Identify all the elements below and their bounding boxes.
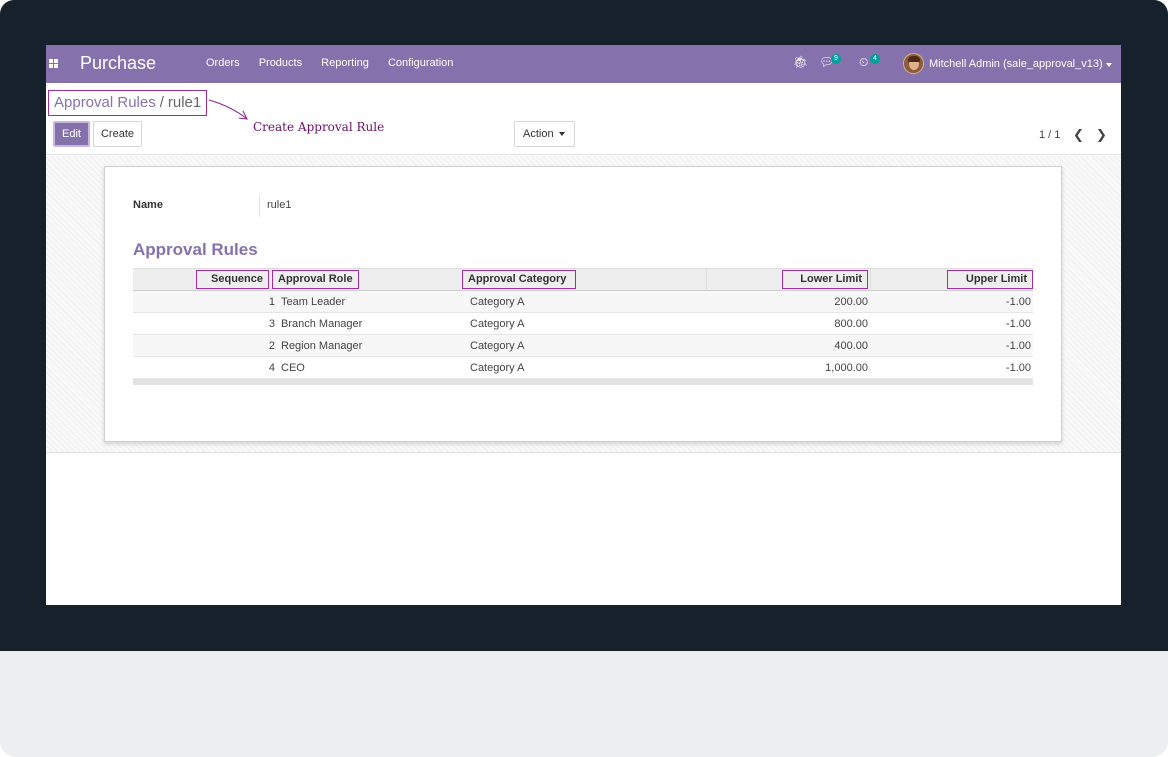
cell-approval-role: Region Manager	[281, 340, 363, 352]
apps-grid-icon[interactable]	[49, 59, 59, 69]
name-field-value: rule1	[259, 195, 291, 217]
edit-button[interactable]: Edit	[53, 121, 90, 147]
app-screen: Purchase Orders Products Reporting Confi…	[46, 45, 1121, 605]
annotation-arrow-icon	[208, 99, 248, 120]
breadcrumb-current: rule1	[167, 94, 202, 111]
table-row[interactable]: 2 Region Manager Category A 400.00 -1.00	[133, 335, 1033, 357]
cell-approval-category: Category A	[470, 318, 525, 330]
approval-rules-table: Sequence Approval Role Approval Category…	[133, 268, 1033, 385]
table-header: Sequence Approval Role Approval Category…	[133, 268, 1033, 291]
column-divider	[870, 269, 871, 291]
activity-clock-icon[interactable]: ⏲︎	[859, 55, 868, 70]
cell-lower-limit: 400.00	[834, 340, 868, 352]
device-frame: Purchase Orders Products Reporting Confi…	[0, 0, 1168, 757]
control-panel: Approval Rules / rule1 Create Approval Rul…	[46, 83, 1121, 155]
top-navbar: Purchase Orders Products Reporting Confi…	[46, 45, 1121, 83]
chevron-down-icon	[1106, 63, 1112, 67]
column-header-lower-limit[interactable]: Lower Limit	[782, 270, 868, 289]
cell-upper-limit: -1.00	[1005, 362, 1031, 374]
breadcrumb-separator: /	[159, 94, 164, 111]
cell-lower-limit: 200.00	[834, 296, 868, 308]
cell-approval-category: Category A	[470, 296, 525, 308]
section-title: Approval Rules	[133, 240, 258, 259]
action-label: Action	[523, 128, 554, 140]
cell-sequence: 2	[268, 340, 275, 352]
pager-value[interactable]: 1 / 1	[1039, 129, 1060, 141]
annotation-label: Create Approval Rule	[253, 120, 385, 134]
main-menu: Orders Products Reporting Configuration	[206, 57, 469, 69]
table-row[interactable]: 1 Team Leader Category A 200.00 -1.00	[133, 291, 1033, 313]
cell-upper-limit: -1.00	[1005, 340, 1031, 352]
cell-approval-category: Category A	[470, 340, 525, 352]
caret-down-icon	[559, 132, 565, 136]
cell-lower-limit: 1,000.00	[825, 362, 868, 374]
table-row[interactable]: 3 Branch Manager Category A 800.00 -1.00	[133, 313, 1033, 335]
cell-upper-limit: -1.00	[1005, 296, 1031, 308]
cell-approval-category: Category A	[470, 362, 525, 374]
table-row[interactable]: 4 CEO Category A 1,000.00 -1.00	[133, 357, 1033, 379]
form-sheet: Name rule1 Approval Rules Sequence Appro…	[104, 166, 1062, 442]
action-dropdown-button[interactable]: Action	[514, 121, 575, 147]
column-header-approval-category[interactable]: Approval Category	[462, 270, 576, 289]
bug-icon[interactable]: 🐞︎	[793, 55, 808, 69]
column-header-upper-limit[interactable]: Upper Limit	[947, 270, 1033, 289]
user-name: Mitchell Admin (sale_approval_v13)	[929, 58, 1103, 70]
cell-sequence: 4	[268, 362, 275, 374]
name-field-label: Name	[133, 199, 163, 211]
activity-count-badge: 4	[870, 54, 880, 64]
menu-item-orders[interactable]: Orders	[206, 57, 240, 69]
menu-item-reporting[interactable]: Reporting	[321, 57, 369, 69]
create-button[interactable]: Create	[93, 121, 142, 147]
app-title: Purchase	[80, 53, 157, 73]
monitor-stand-base	[0, 651, 1168, 757]
chat-count-badge: 9	[831, 54, 841, 64]
cell-sequence: 1	[268, 296, 275, 308]
column-divider	[706, 269, 707, 291]
avatar	[903, 53, 924, 74]
cell-approval-role: CEO	[281, 362, 305, 374]
column-header-approval-role[interactable]: Approval Role	[272, 270, 359, 289]
column-header-sequence[interactable]: Sequence	[196, 270, 269, 289]
cell-sequence: 3	[268, 318, 275, 330]
cell-approval-role: Branch Manager	[281, 318, 363, 330]
breadcrumb-parent-link[interactable]: Approval Rules	[54, 94, 156, 111]
menu-item-configuration[interactable]: Configuration	[388, 57, 453, 69]
form-view-background: Name rule1 Approval Rules Sequence Appro…	[46, 156, 1121, 453]
breadcrumb: Approval Rules / rule1	[48, 90, 208, 116]
cell-approval-role: Team Leader	[281, 296, 346, 308]
table-footer	[133, 379, 1033, 385]
menu-item-products[interactable]: Products	[259, 57, 302, 69]
chevron-left-icon[interactable]: ❮	[1073, 127, 1084, 143]
cell-upper-limit: -1.00	[1005, 318, 1031, 330]
chevron-right-icon[interactable]: ❯	[1096, 127, 1107, 143]
cell-lower-limit: 800.00	[834, 318, 868, 330]
